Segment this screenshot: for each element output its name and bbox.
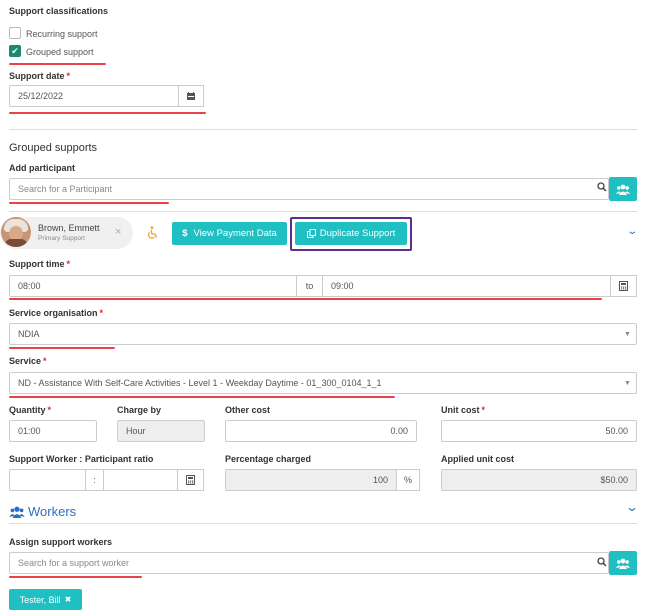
- quantity-input[interactable]: 01:00: [9, 420, 97, 442]
- date-underline: [9, 112, 206, 114]
- divider: [9, 523, 637, 524]
- search-icon: [597, 557, 607, 569]
- workers-title: Workers: [28, 504, 77, 519]
- divider: [9, 211, 637, 212]
- view-payment-data-button[interactable]: $ View Payment Data: [172, 222, 287, 245]
- duplicate-support-button[interactable]: Duplicate Support: [295, 222, 407, 245]
- service-organisation-select[interactable]: NDIA: [9, 323, 637, 345]
- other-cost-label: Other cost: [225, 405, 271, 415]
- divider: [9, 129, 637, 130]
- assign-workers-label: Assign support workers: [9, 537, 113, 547]
- grouped-support-checkbox[interactable]: ✔: [9, 45, 21, 57]
- unit-cost-label: Unit cost *: [441, 405, 486, 415]
- caret-down-icon: ▼: [624, 380, 631, 387]
- chevron-down-icon[interactable]: ⌄: [626, 226, 638, 237]
- participant-ratio-input[interactable]: [103, 469, 178, 491]
- charge-by-field: Hour: [117, 420, 205, 442]
- worker-chip-label: Tester, Bill: [19, 594, 61, 605]
- chevron-down-icon[interactable]: ⌄: [625, 500, 639, 514]
- service-label: Service *: [9, 356, 47, 366]
- ratio-calc-button[interactable]: [177, 469, 204, 491]
- support-date-label: Support date *: [9, 71, 71, 81]
- worker-underline: [9, 576, 142, 578]
- copy-icon: [306, 229, 316, 238]
- quantity-label: Quantity *: [9, 405, 52, 415]
- time-calc-button[interactable]: [610, 275, 637, 297]
- participant-role: Primary Support: [38, 235, 85, 242]
- users-icon: [616, 184, 630, 195]
- grouped-underline: [9, 63, 106, 65]
- grouped-supports-title: Grouped supports: [9, 142, 98, 154]
- calendar-button[interactable]: [178, 85, 204, 107]
- caret-down-icon: ▼: [624, 331, 631, 338]
- participant-group-button[interactable]: [609, 177, 637, 201]
- remove-participant-icon[interactable]: ×: [115, 226, 121, 238]
- support-date-input[interactable]: 25/12/2022: [9, 85, 179, 107]
- percentage-charged-field: 100: [225, 469, 397, 491]
- charge-by-label: Charge by: [117, 405, 162, 415]
- participant-underline: [9, 202, 169, 204]
- grouped-support-label: Grouped support: [26, 47, 94, 57]
- ratio-label: Support Worker : Participant ratio: [9, 454, 154, 464]
- support-time-label: Support time *: [9, 259, 71, 269]
- applied-unit-cost-label: Applied unit cost: [441, 454, 514, 464]
- search-icon: [597, 182, 607, 194]
- worker-group-button[interactable]: [609, 551, 637, 575]
- remove-worker-icon[interactable]: ✖: [65, 595, 72, 604]
- calendar-icon: [187, 92, 195, 100]
- percentage-charged-label: Percentage charged: [225, 454, 312, 464]
- calculator-icon: [186, 475, 195, 485]
- worker-chip[interactable]: Tester, Bill ✖: [9, 589, 82, 610]
- worker-search-input[interactable]: Search for a support worker: [9, 552, 609, 574]
- ratio-separator: :: [85, 469, 104, 491]
- service-select[interactable]: ND - Assistance With Self-Care Activitie…: [9, 372, 637, 394]
- calculator-icon: [619, 281, 628, 291]
- time-separator: to: [296, 275, 323, 297]
- dollar-icon: $: [182, 228, 188, 239]
- worker-ratio-input[interactable]: [9, 469, 86, 491]
- users-icon: [9, 506, 25, 518]
- support-classifications-title: Support classifications: [9, 6, 109, 16]
- other-cost-input[interactable]: 0.00: [225, 420, 417, 442]
- workers-heading: Workers: [9, 504, 76, 519]
- add-participant-label: Add participant: [9, 163, 76, 173]
- accessibility-icon: [146, 226, 158, 241]
- service-organisation-label: Service organisation *: [9, 308, 104, 318]
- unit-cost-input[interactable]: 50.00: [441, 420, 637, 442]
- end-time-input[interactable]: 09:00: [322, 275, 611, 297]
- recurring-support-label: Recurring support: [26, 29, 98, 39]
- participant-search-input[interactable]: Search for a Participant: [9, 178, 609, 200]
- percent-addon: %: [396, 469, 420, 491]
- time-underline: [9, 298, 602, 300]
- org-underline: [9, 347, 115, 349]
- check-icon: ✔: [11, 46, 19, 56]
- start-time-input[interactable]: 08:00: [9, 275, 297, 297]
- service-underline: [9, 396, 395, 398]
- participant-name: Brown, Emmett: [38, 223, 100, 233]
- applied-unit-cost-field: $50.00: [441, 469, 637, 491]
- recurring-support-checkbox[interactable]: [9, 27, 21, 39]
- avatar: [1, 217, 31, 247]
- users-icon: [616, 558, 630, 569]
